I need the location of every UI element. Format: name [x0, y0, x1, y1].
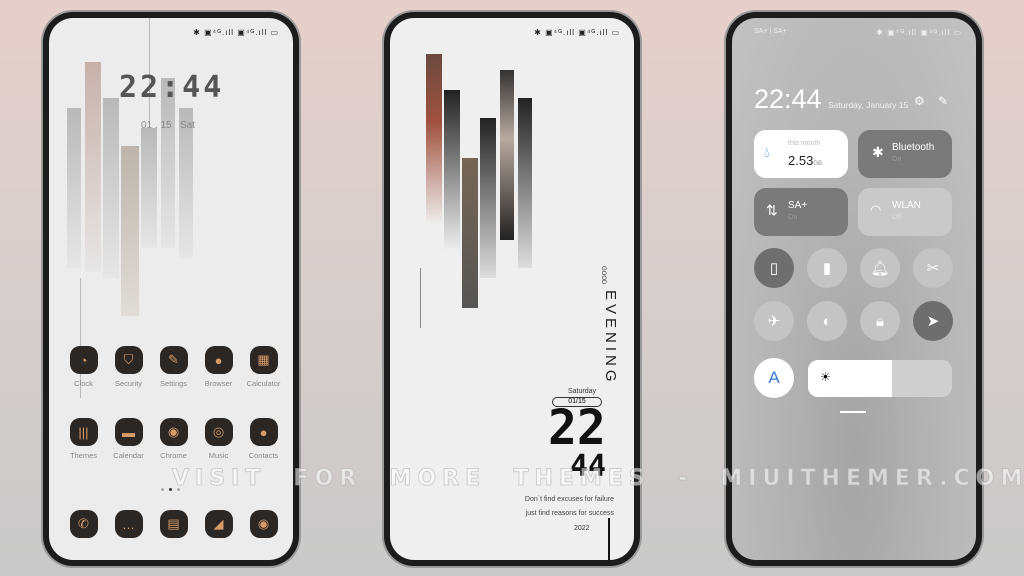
mobile-data-label: SA+ [788, 200, 808, 211]
status-bar: ✱ ▣⁴ᴳ.ıll ▣⁴ᴳ.ıll ▭ [534, 28, 620, 37]
mobile-data-icon: ⇅ [766, 202, 778, 218]
drag-handle[interactable] [840, 411, 866, 413]
cc-date: Saturday, January 15 [828, 100, 909, 110]
sun-icon: ☀ [820, 370, 831, 384]
carrier-label: SA+ | SA+ [754, 28, 787, 35]
app-themes[interactable]: ||| Themes [61, 418, 106, 460]
app-label: Settings [159, 379, 188, 388]
wrench-icon: ✎ [159, 346, 188, 374]
chrome-icon: ◉ [159, 418, 188, 446]
app-label: Calculator [246, 379, 281, 388]
mobile-data-tile[interactable]: ⇅ SA+ On [754, 188, 848, 236]
data-usage-tile[interactable]: 💧︎ this month 2.53GB [754, 130, 848, 178]
camera-icon: ◉ [249, 510, 278, 538]
weekday: Sat [179, 120, 195, 131]
year: 2022 [574, 525, 590, 532]
wlan-state: Off [892, 214, 902, 221]
gallery-icon: ◢ [204, 510, 233, 538]
toggle-location[interactable]: ➤ [913, 301, 953, 341]
app-label: Browser [204, 379, 233, 388]
water-drop-icon: 💧︎ [764, 144, 770, 160]
auto-brightness-button[interactable]: A [754, 358, 794, 398]
app-music[interactable]: ◎ Music [196, 418, 241, 460]
app-calendar[interactable]: ▬ Calendar [106, 418, 151, 460]
clock-date: 01 . 15 Sat [141, 120, 195, 131]
app-notes-icon[interactable]: ▤ [151, 510, 196, 538]
app-settings[interactable]: ✎ Settings [151, 346, 196, 388]
watermark: VISIT FOR MORE THEMES - MIUITHEMER.COM [171, 466, 1024, 492]
planet-icon: ● [204, 346, 233, 374]
status-bar: ✱ ▣⁴ᴳ.ıll ▣⁴ᴳ.ıll ▭ [876, 28, 962, 37]
toggle-lock[interactable]: 🔒︎ [860, 301, 900, 341]
music-icon: ◎ [204, 418, 233, 446]
app-label: Clock [74, 379, 93, 388]
app-contacts[interactable]: ● Contacts [241, 418, 286, 460]
toggle-screenshot[interactable]: ✂ [913, 248, 953, 288]
wlan-label: WLAN [892, 200, 921, 211]
weekday: Saturday [568, 388, 597, 395]
greeting-good: GOOD [600, 266, 606, 285]
quote-line-2: just find reasons for success [525, 510, 614, 517]
app-label: Contacts [248, 451, 279, 460]
wlan-tile[interactable]: ◠ WLAN Off [858, 188, 952, 236]
bluetooth-tile[interactable]: ✱ Bluetooth On [858, 130, 952, 178]
settings-icon[interactable]: ⚙ [914, 94, 925, 108]
bluetooth-icon: ✱ [872, 144, 884, 160]
vibrate-icon: ▯ [769, 260, 779, 277]
toggle-airplane[interactable]: ✈ [754, 301, 794, 341]
phone-icon: ✆ [69, 510, 98, 538]
clock-time: 22:44 [119, 70, 225, 105]
bell-icon: 🔔︎ [870, 260, 890, 277]
data-usage-label: this month [788, 140, 821, 147]
toggle-reading-mode[interactable]: ◐ [807, 301, 847, 341]
app-label: Chrome [160, 451, 187, 460]
data-usage-unit: GB [813, 161, 822, 167]
app-messages-icon[interactable]: … [106, 510, 151, 538]
data-usage-value: 2.53 [788, 153, 814, 168]
calculator-icon: ▦ [249, 346, 278, 374]
app-phone-icon[interactable]: ✆ [61, 510, 106, 538]
edit-icon[interactable]: ✎ [938, 94, 948, 108]
app-chrome[interactable]: ◉ Chrome [151, 418, 196, 460]
bluetooth-label: Bluetooth [892, 142, 935, 153]
status-bar: ✱ ▣⁴ᴳ.ıll ▣⁴ᴳ.ıll ▭ [193, 28, 279, 37]
location-icon: ➤ [926, 313, 940, 330]
toggle-flashlight[interactable]: ▮ [807, 248, 847, 288]
airplane-icon: ✈ [767, 313, 781, 330]
app-label: Security [114, 379, 143, 388]
contacts-icon: ● [249, 418, 278, 446]
bluetooth-state: On [892, 156, 902, 163]
quote-line-1: Don`t find excuses for failure [524, 496, 614, 503]
app-browser[interactable]: ● Browser [196, 346, 241, 388]
app-security[interactable]: ⛉ Security [106, 346, 151, 388]
themes-icon: ||| [69, 418, 98, 446]
date: 01 . 15 [141, 120, 172, 131]
lock-icon: 🔒︎ [876, 312, 884, 330]
app-camera-icon[interactable]: ◉ [241, 510, 286, 538]
app-label: Music [208, 451, 229, 460]
clock-icon: ◔ [69, 346, 98, 374]
toggle-vibrate[interactable]: ▯ [754, 248, 794, 288]
messages-icon: … [114, 510, 143, 538]
toggle-bell[interactable]: 🔔︎ [860, 248, 900, 288]
shield-icon: ⛉ [114, 346, 143, 374]
wifi-icon: ◠ [870, 202, 882, 217]
reading-mode-icon: ◐ [822, 312, 832, 330]
clock-hour: 22 [548, 400, 606, 456]
cc-time: 22:44 [754, 84, 822, 114]
app-gallery-icon[interactable]: ◢ [196, 510, 241, 538]
greeting-evening: EVENING [602, 290, 619, 386]
app-calculator[interactable]: ▦ Calculator [241, 346, 286, 388]
screenshot-icon: ✂ [926, 260, 940, 277]
calendar-icon: ▬ [114, 418, 143, 446]
app-label: Themes [69, 451, 98, 460]
notes-icon: ▤ [159, 510, 188, 538]
mobile-data-state: On [788, 214, 798, 221]
app-label: Calendar [113, 451, 144, 460]
brightness-slider[interactable]: ☀ [808, 360, 952, 397]
app-clock[interactable]: ◔ Clock [61, 346, 106, 388]
flashlight-icon: ▮ [822, 260, 832, 277]
